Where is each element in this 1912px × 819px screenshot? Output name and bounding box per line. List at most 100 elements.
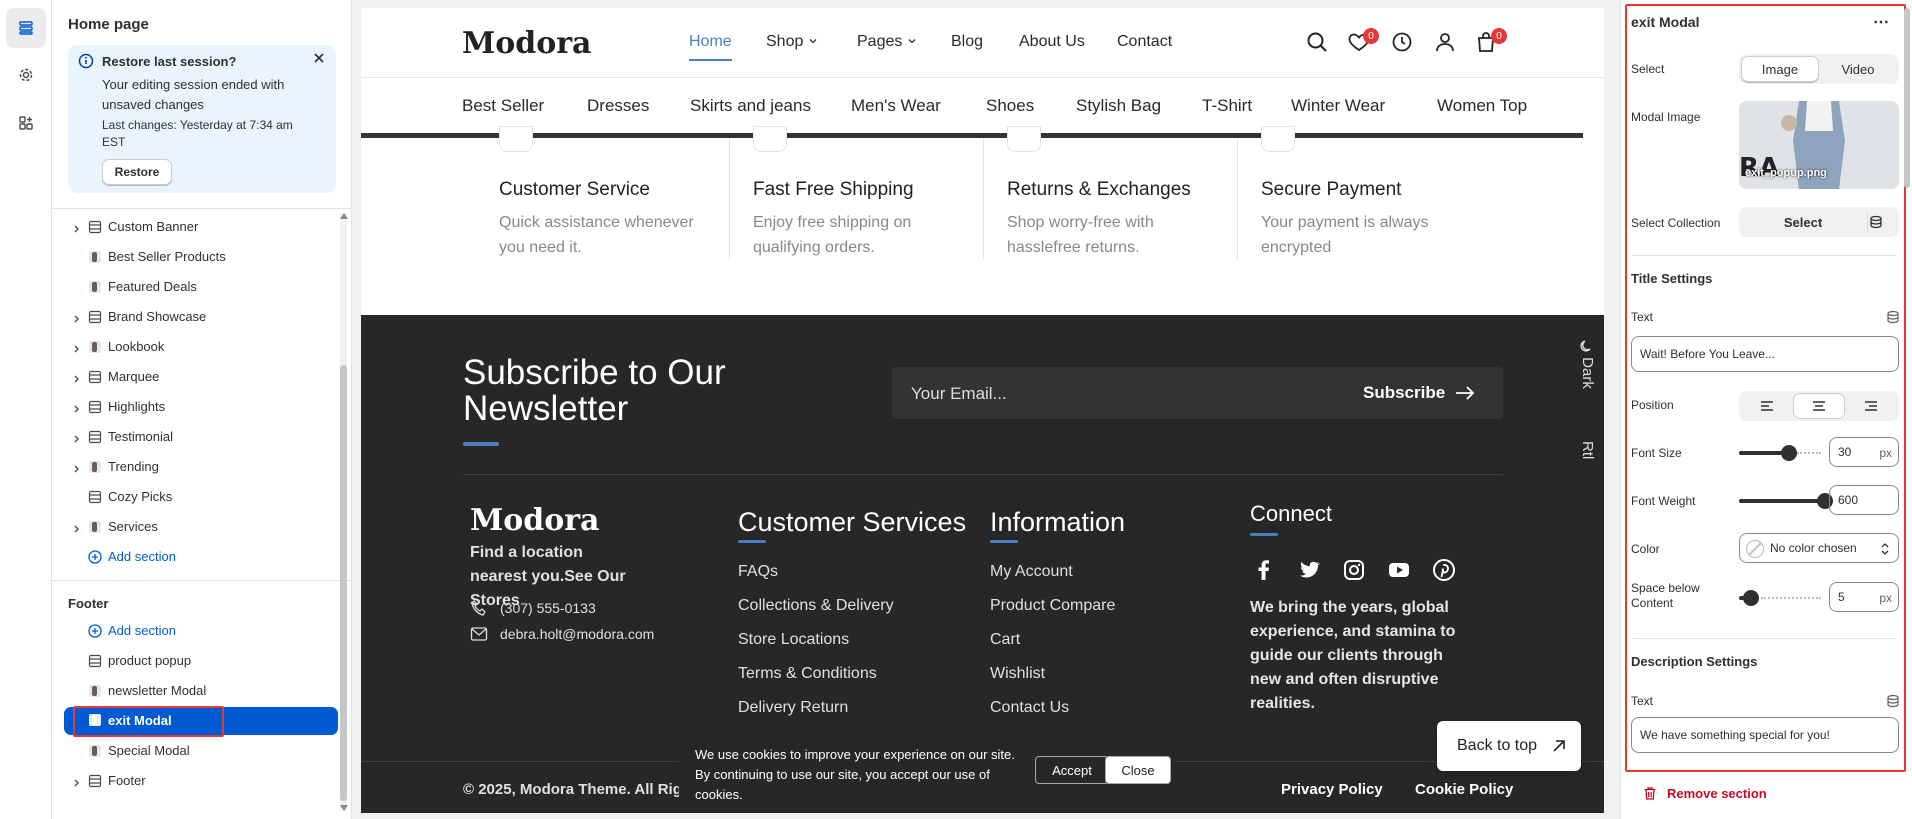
subscribe-button[interactable]: Subscribe [1363, 383, 1475, 403]
font-weight-slider[interactable] [1739, 493, 1833, 509]
pinterest-icon[interactable] [1430, 556, 1458, 584]
cookie-policy-link[interactable]: Cookie Policy [1415, 781, 1513, 798]
category-link[interactable]: Dresses [587, 96, 649, 116]
slider-knob[interactable] [1743, 590, 1759, 606]
menu-pages[interactable]: Pages [857, 33, 917, 51]
footer-link[interactable]: Store Locations [738, 631, 849, 649]
section-item[interactable]: Services [68, 514, 338, 540]
sections-icon[interactable] [6, 8, 46, 48]
chevron-right-icon[interactable] [72, 342, 82, 357]
section-item[interactable]: Footer [68, 768, 338, 794]
chevron-right-icon[interactable] [72, 372, 82, 387]
chevron-right-icon[interactable] [72, 776, 82, 791]
account-icon[interactable] [1433, 30, 1457, 54]
add-section-button[interactable]: Add section [68, 544, 338, 570]
align-left-icon[interactable] [1741, 393, 1793, 419]
option-video[interactable]: Video [1819, 56, 1897, 82]
close-icon[interactable] [312, 51, 326, 65]
title-text-input[interactable]: Wait! Before You Leave... [1631, 336, 1899, 372]
section-item[interactable]: Special Modal [68, 738, 338, 764]
category-link[interactable]: T-Shirt [1202, 96, 1252, 116]
more-actions-icon[interactable]: ⋯ [1873, 12, 1889, 32]
store-email[interactable]: debra.holt@modora.com [500, 626, 654, 642]
align-right-icon[interactable] [1845, 393, 1897, 419]
space-below-slider[interactable] [1739, 590, 1821, 606]
scrollbar-thumb[interactable] [340, 365, 347, 801]
section-item[interactable]: Cozy Picks [68, 484, 338, 510]
menu-about[interactable]: About Us [1019, 33, 1085, 51]
section-item[interactable]: Highlights [68, 394, 338, 420]
category-link[interactable]: Women Top [1437, 96, 1527, 116]
section-item[interactable]: newsletter Modal [68, 678, 338, 704]
dynamic-source-icon[interactable] [1869, 215, 1883, 229]
footer-link[interactable]: My Account [990, 563, 1073, 581]
dynamic-source-icon[interactable] [1886, 694, 1900, 708]
facebook-icon[interactable] [1250, 556, 1278, 584]
chevron-right-icon[interactable] [72, 462, 82, 477]
modal-image-picker[interactable]: RA exit_popup.png [1739, 101, 1899, 189]
space-below-input[interactable]: 5 px [1829, 582, 1899, 612]
footer-logo[interactable]: Modora [470, 503, 599, 538]
chevron-right-icon[interactable] [72, 312, 82, 327]
dark-mode-toggle[interactable]: Dark [1579, 339, 1596, 389]
category-link[interactable]: Skirts and jeans [690, 96, 811, 116]
search-icon[interactable] [1305, 30, 1329, 54]
settings-scrollbar[interactable] [1904, 8, 1910, 768]
font-weight-input[interactable]: 600 [1829, 485, 1899, 515]
instagram-icon[interactable] [1340, 556, 1368, 584]
section-item[interactable]: Marquee [68, 364, 338, 390]
section-item[interactable]: Best Seller Products [68, 244, 338, 270]
footer-link[interactable]: Product Compare [990, 597, 1115, 615]
footer-link[interactable]: Collections & Delivery [738, 597, 894, 615]
menu-contact[interactable]: Contact [1117, 33, 1172, 51]
footer-link[interactable]: Cart [990, 631, 1020, 649]
category-link[interactable]: Best Seller [462, 96, 544, 116]
description-text-input[interactable]: We have something special for you! [1631, 717, 1899, 753]
menu-home[interactable]: Home [689, 33, 732, 61]
section-item[interactable]: Featured Deals [68, 274, 338, 300]
footer-link[interactable]: Terms & Conditions [738, 665, 877, 683]
cookie-accept-button[interactable]: Accept [1035, 756, 1109, 784]
youtube-icon[interactable] [1385, 556, 1413, 584]
add-section-button[interactable]: Add section [68, 618, 338, 644]
rtl-toggle[interactable]: Rtl [1579, 441, 1596, 459]
category-link[interactable]: Men's Wear [851, 96, 941, 116]
section-item[interactable]: Lookbook [68, 334, 338, 360]
menu-shop[interactable]: Shop [766, 33, 818, 51]
remove-section-button[interactable]: Remove section [1643, 786, 1767, 801]
cookie-close-button[interactable]: Close [1105, 756, 1171, 784]
footer-link[interactable]: Wishlist [990, 665, 1045, 683]
chevron-right-icon[interactable] [72, 402, 82, 417]
category-link[interactable]: Winter Wear [1291, 96, 1385, 116]
section-item[interactable]: Testimonial [68, 424, 338, 450]
apps-icon[interactable] [6, 103, 46, 143]
menu-blog[interactable]: Blog [951, 33, 983, 51]
chevron-right-icon[interactable] [72, 222, 82, 237]
section-item[interactable]: Custom Banner [68, 214, 338, 240]
font-size-slider[interactable] [1739, 445, 1821, 461]
section-item[interactable]: Trending [68, 454, 338, 480]
color-picker[interactable]: No color chosen [1739, 533, 1899, 563]
footer-link[interactable]: FAQs [738, 563, 778, 581]
history-icon[interactable] [1390, 30, 1414, 54]
option-image[interactable]: Image [1741, 56, 1819, 82]
privacy-policy-link[interactable]: Privacy Policy [1281, 781, 1383, 798]
scroll-down-icon[interactable] [340, 805, 348, 811]
twitter-icon[interactable] [1295, 556, 1323, 584]
dynamic-source-icon[interactable] [1886, 310, 1900, 324]
footer-link[interactable]: Delivery Return [738, 699, 848, 717]
restore-button[interactable]: Restore [102, 159, 172, 185]
footer-link[interactable]: Contact Us [990, 699, 1069, 717]
settings-icon[interactable] [6, 55, 46, 95]
panel-scrollbar[interactable] [340, 213, 348, 811]
store-logo[interactable]: Modora [462, 26, 591, 61]
category-link[interactable]: Shoes [986, 96, 1034, 116]
scroll-up-icon[interactable] [340, 213, 348, 219]
select-collection-button[interactable]: Select [1739, 207, 1867, 237]
slider-knob[interactable] [1781, 445, 1797, 461]
category-link[interactable]: Stylish Bag [1076, 96, 1161, 116]
section-item[interactable]: Brand Showcase [68, 304, 338, 330]
font-size-input[interactable]: 30 px [1829, 437, 1899, 467]
store-phone[interactable]: (307) 555-0133 [500, 600, 596, 616]
align-center-icon[interactable] [1793, 393, 1845, 419]
